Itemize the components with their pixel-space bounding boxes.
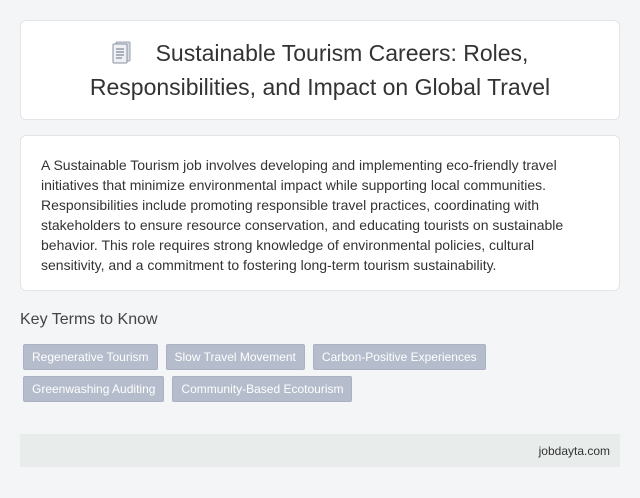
tag-slow-travel-movement[interactable]: Slow Travel Movement — [165, 344, 305, 370]
tag-regenerative-tourism[interactable]: Regenerative Tourism — [23, 344, 158, 370]
key-terms-heading: Key Terms to Know — [20, 311, 158, 328]
page-title-heading: Sustainable Tourism Careers: Roles, Resp… — [21, 38, 619, 103]
tag-greenwashing-auditing[interactable]: Greenwashing Auditing — [23, 376, 165, 402]
job-description: A Sustainable Tourism job involves devel… — [41, 157, 564, 273]
description-card: A Sustainable Tourism job involves devel… — [20, 135, 620, 291]
tag-carbon-positive-experiences[interactable]: Carbon-Positive Experiences — [312, 344, 486, 370]
document-icon — [112, 40, 132, 72]
tag-community-based-ecotourism[interactable]: Community-Based Ecotourism — [172, 376, 353, 402]
page-title: Sustainable Tourism Careers: Roles, Resp… — [89, 39, 551, 100]
title-card: Sustainable Tourism Careers: Roles, Resp… — [20, 20, 620, 120]
key-terms-tags: Regenerative Tourism Slow Travel Movemen… — [23, 344, 623, 402]
site-link[interactable]: jobdayta.com — [539, 444, 610, 458]
footer-bar: jobdayta.com — [20, 434, 620, 467]
